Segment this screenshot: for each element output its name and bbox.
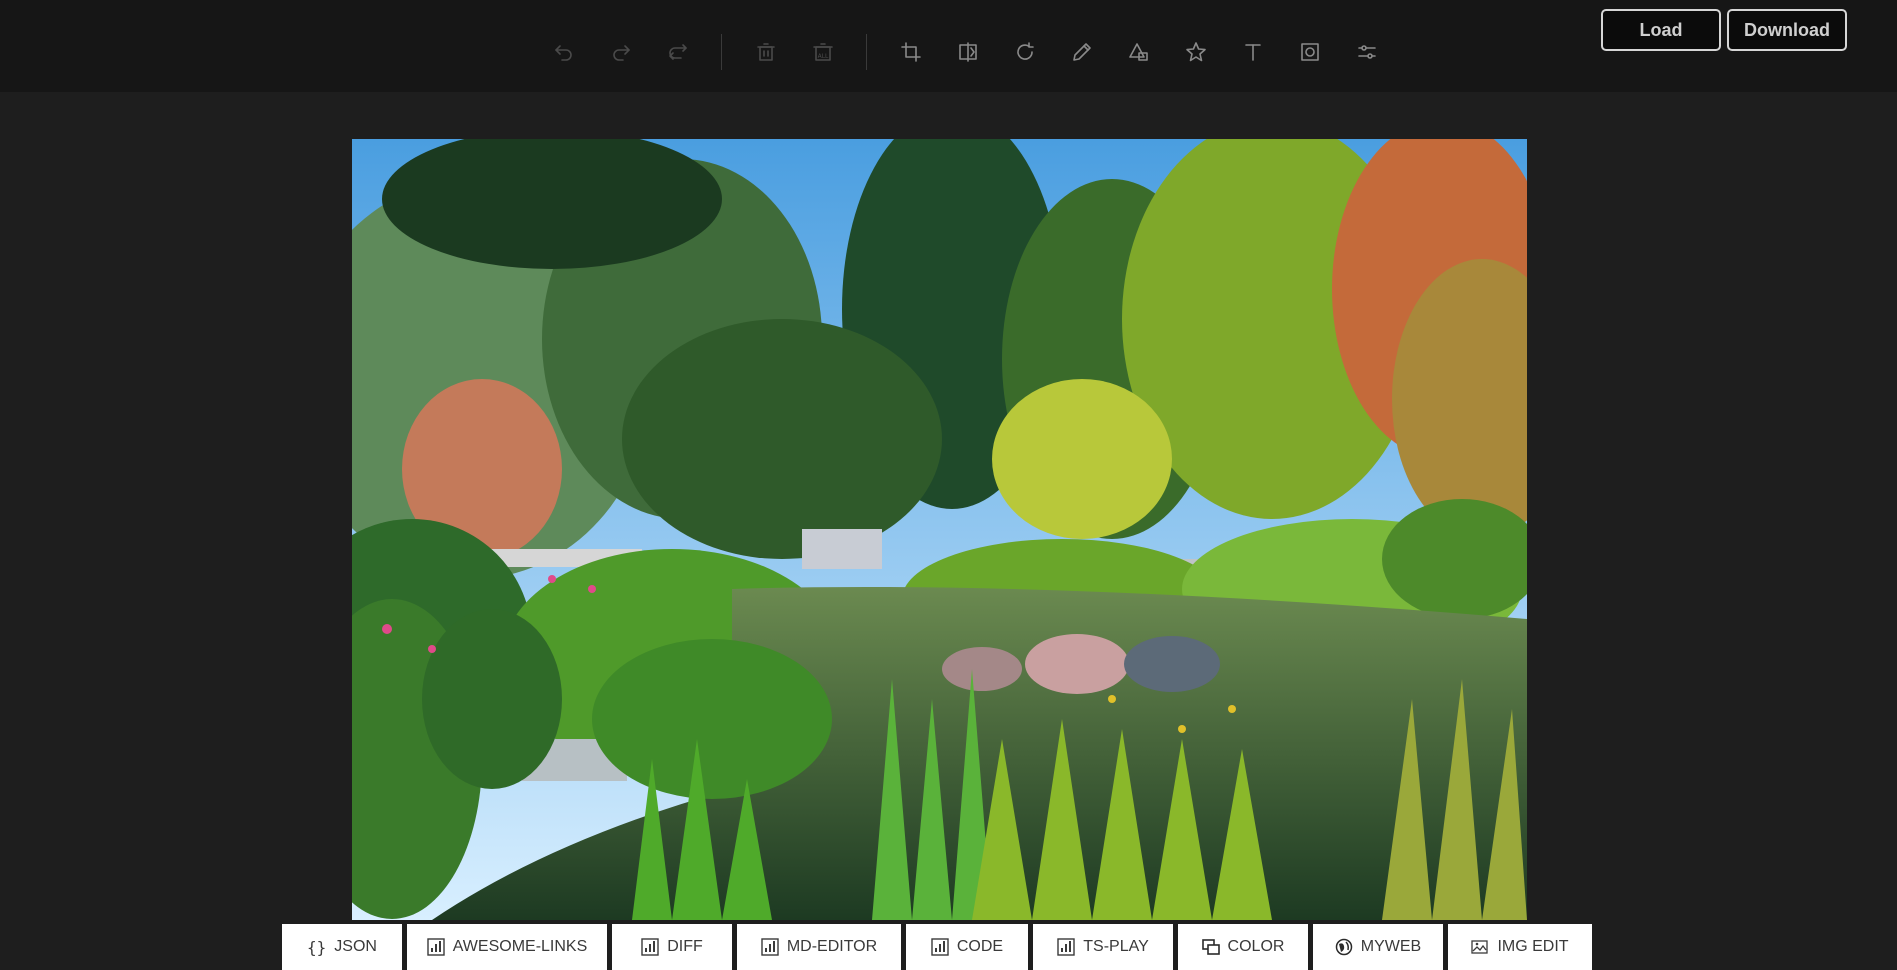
image-edit-icon	[1471, 940, 1489, 954]
tab-label: CODE	[956, 938, 1004, 955]
crop-button[interactable]	[882, 30, 939, 74]
tab-json[interactable]: {} JSON	[282, 924, 402, 970]
tab-label: DIFF	[667, 938, 703, 955]
redo-button[interactable]	[592, 30, 649, 74]
reset-icon	[668, 44, 687, 60]
icon-star-icon	[1185, 42, 1206, 62]
rotate-icon	[1016, 42, 1034, 60]
flip-button[interactable]	[939, 30, 996, 74]
delete-all-icon: ALL	[812, 43, 833, 61]
toolbar-divider	[721, 34, 722, 70]
editor-toolbar: ALL	[535, 30, 1395, 74]
tab-code[interactable]: CODE	[906, 924, 1028, 970]
tab-label: COLOR	[1227, 938, 1285, 955]
grid-icon	[427, 938, 445, 956]
crop-icon	[900, 42, 921, 62]
tab-ts-play[interactable]: TS-PLAY	[1033, 924, 1173, 970]
tab-awesome-links[interactable]: AWESOME-LINKS	[407, 924, 607, 970]
tab-label: MD-EDITOR	[786, 938, 878, 955]
grid-icon	[641, 938, 659, 956]
tab-img-edit[interactable]: IMG EDIT	[1448, 924, 1592, 970]
filter-icon	[1357, 45, 1376, 59]
rotate-button[interactable]	[996, 30, 1053, 74]
image-canvas[interactable]	[352, 139, 1527, 920]
tab-label: AWESOME-LINKS	[452, 938, 588, 955]
tab-myweb[interactable]: MYWEB	[1313, 924, 1443, 970]
tab-color[interactable]: COLOR	[1178, 924, 1308, 970]
shape-icon	[1128, 43, 1148, 61]
undo-button[interactable]	[535, 30, 592, 74]
braces-icon: {}	[307, 937, 327, 957]
bottom-tab-bar: {} JSON AWESOME-LINKS DIFF MD-EDITOR COD…	[282, 924, 1592, 970]
grid-icon	[931, 938, 949, 956]
flip-icon	[958, 42, 977, 62]
draw-icon	[1072, 43, 1091, 61]
tab-diff[interactable]: DIFF	[612, 924, 732, 970]
tab-label: MYWEB	[1360, 938, 1422, 955]
color-icon	[1201, 939, 1220, 955]
garden-photo	[352, 139, 1527, 920]
tab-label: IMG EDIT	[1497, 938, 1569, 955]
shape-button[interactable]	[1110, 30, 1167, 74]
delete-icon	[756, 43, 775, 61]
top-actions: Load Download	[1601, 9, 1847, 51]
delete-all-sublabel: ALL	[817, 53, 828, 60]
mask-button[interactable]	[1281, 30, 1338, 74]
tab-md-editor[interactable]: MD-EDITOR	[737, 924, 901, 970]
text-icon	[1244, 44, 1261, 61]
tab-label: TS-PLAY	[1083, 938, 1149, 955]
delete-button[interactable]	[737, 30, 794, 74]
icon-button[interactable]	[1167, 30, 1224, 74]
download-button[interactable]: Download	[1727, 9, 1847, 51]
tab-label: JSON	[334, 938, 377, 955]
redo-icon	[612, 45, 630, 61]
filter-button[interactable]	[1338, 30, 1395, 74]
undo-icon	[554, 45, 572, 61]
load-button[interactable]: Load	[1601, 9, 1721, 51]
delete-all-button[interactable]: ALL	[794, 30, 851, 74]
grid-icon	[761, 938, 779, 956]
toolbar-divider	[866, 34, 867, 70]
globe-icon	[1335, 938, 1353, 956]
mask-icon	[1300, 43, 1319, 61]
top-bar: ALL Load Download	[0, 0, 1897, 92]
text-button[interactable]	[1224, 30, 1281, 74]
reset-button[interactable]	[649, 30, 706, 74]
draw-button[interactable]	[1053, 30, 1110, 74]
grid-icon	[1057, 938, 1075, 956]
